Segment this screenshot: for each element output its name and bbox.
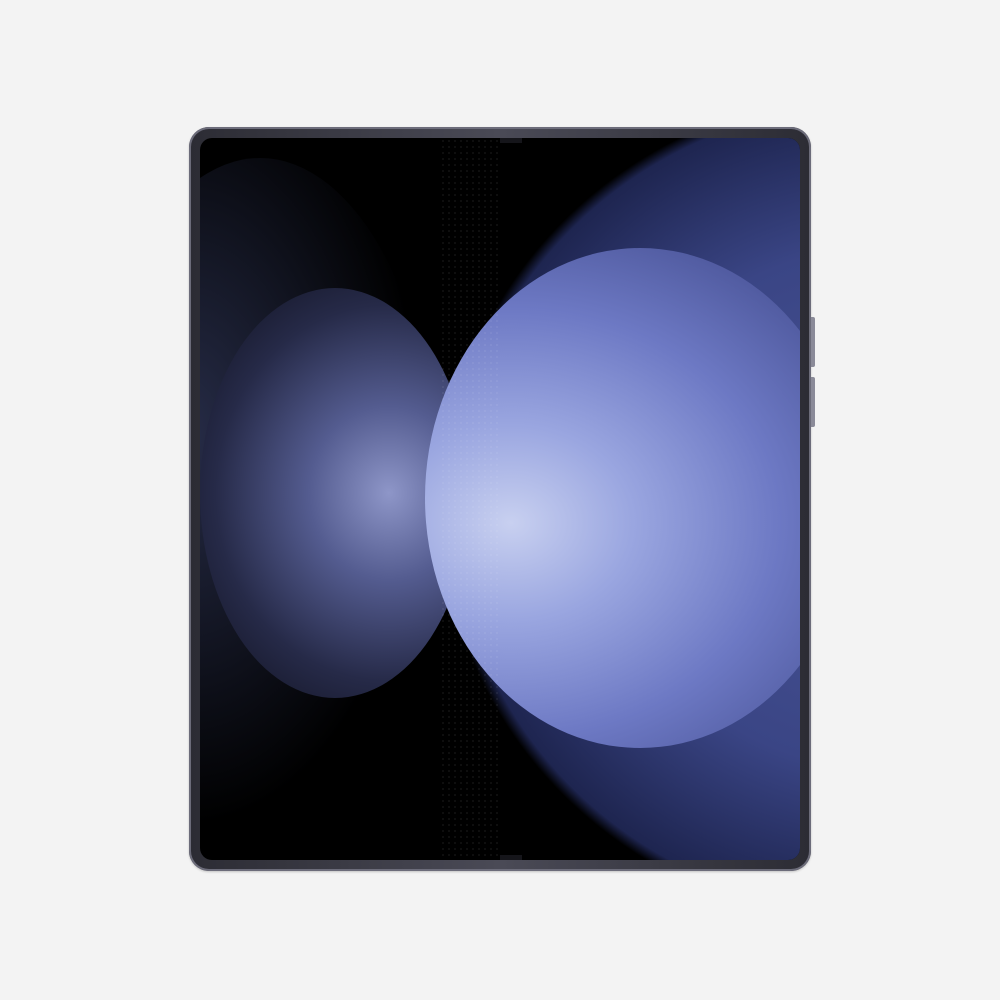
volume-button [811,317,815,367]
hinge-top [500,138,522,143]
power-button [811,377,815,427]
phone-screen [200,138,800,860]
wallpaper-speckle [440,138,500,860]
hinge-bottom [500,855,522,860]
foldable-phone [189,127,815,871]
